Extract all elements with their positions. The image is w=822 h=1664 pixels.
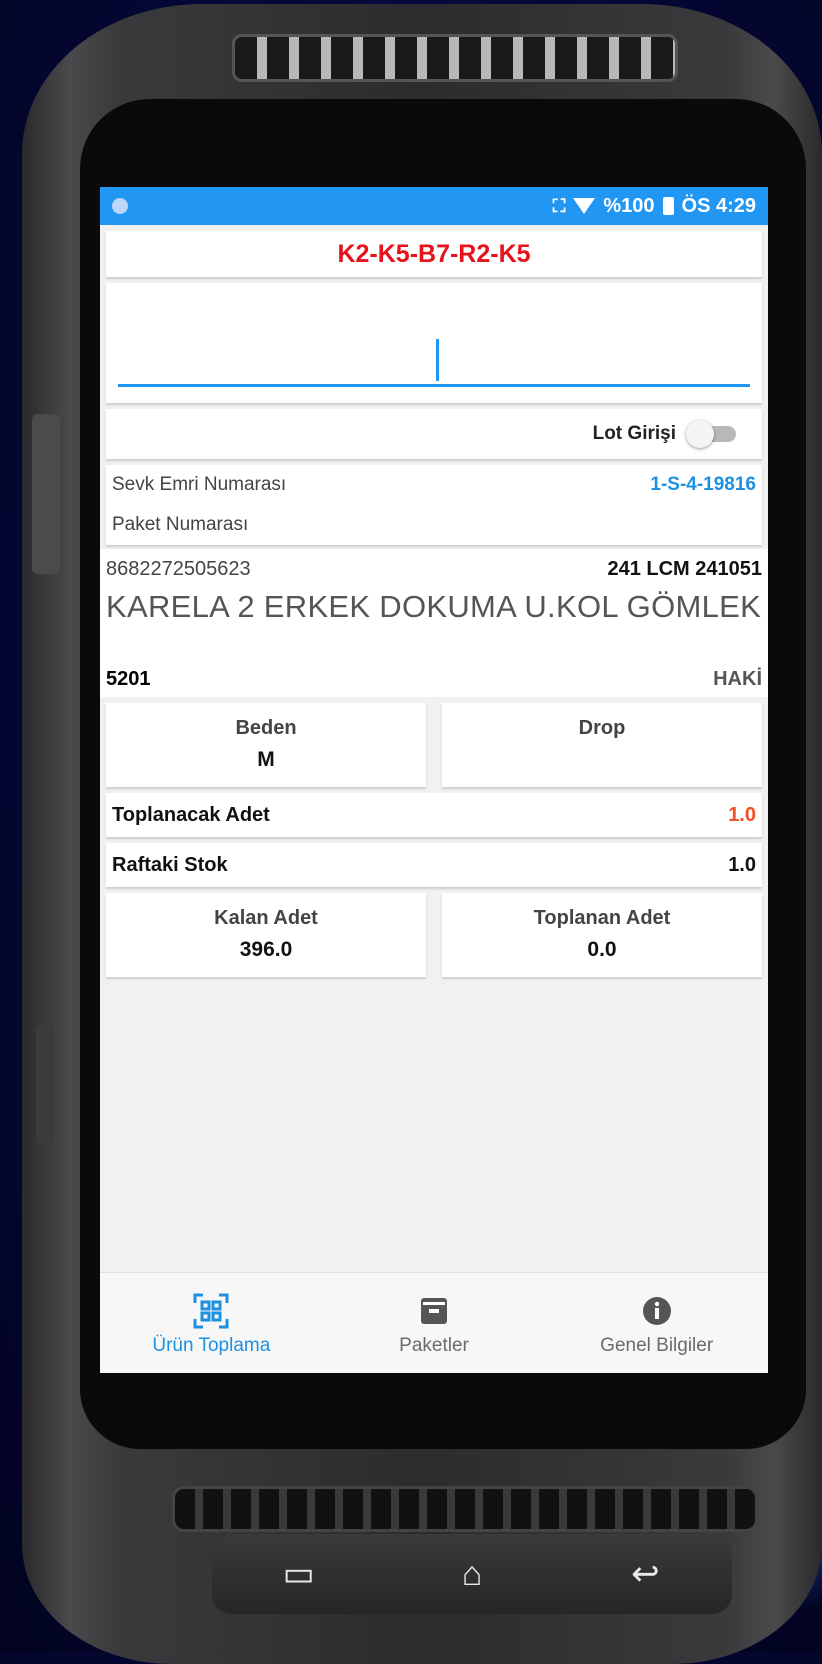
text-cursor — [436, 339, 439, 381]
size-drop-row: Beden M Drop — [106, 703, 762, 787]
battery-percent: %100 — [603, 194, 655, 217]
top-speaker-grille — [232, 34, 678, 82]
product-model: 5201 — [106, 668, 151, 690]
collected-box: Toplanan Adet 0.0 — [442, 893, 762, 977]
side-power-button[interactable] — [36, 1024, 54, 1144]
size-box: Beden M — [106, 703, 426, 787]
shelf-stock-row: Raftaki Stok 1.0 — [106, 843, 762, 887]
info-icon — [545, 1291, 768, 1331]
shipment-order-row: Sevk Emri Numarası 1-S-4-19816 — [106, 465, 762, 505]
tab-general-info[interactable]: Genel Bilgiler — [545, 1273, 768, 1373]
battery-icon — [662, 197, 674, 215]
package-number-label: Paket Numarası — [112, 514, 249, 535]
back-icon[interactable]: ↩ — [615, 1554, 675, 1594]
product-variant-row: 5201 HAKİ — [106, 651, 762, 691]
to-collect-row: Toplanacak Adet 1.0 — [106, 793, 762, 837]
recent-apps-icon[interactable]: ▭ — [269, 1554, 329, 1594]
to-collect-label: Toplanacak Adet — [112, 803, 270, 826]
wifi-icon — [573, 198, 596, 214]
lot-entry-row: Lot Girişi — [106, 409, 762, 459]
product-codes-row: 8682272505623 241 LCM 241051 — [106, 553, 762, 585]
location-code: K2-K5-B7-R2-K5 — [106, 231, 762, 277]
remaining-label: Kalan Adet — [214, 907, 318, 929]
tab-product-picking-label: Ürün Toplama — [152, 1335, 271, 1356]
package-icon — [323, 1291, 546, 1331]
shipment-order-value: 1-S-4-19816 — [650, 474, 756, 495]
toggle-knob — [686, 420, 714, 448]
product-info: 8682272505623 241 LCM 241051 KARELA 2 ER… — [100, 549, 768, 697]
tab-product-picking[interactable]: Ürün Toplama — [100, 1273, 323, 1373]
product-code: 241 LCM 241051 — [607, 557, 762, 580]
hardware-nav-keys: ▭ ⌂ ↩ — [212, 1534, 732, 1614]
collected-label: Toplanan Adet — [533, 907, 671, 929]
nfc-icon: ⛶ — [552, 195, 566, 216]
tab-packages[interactable]: Paketler — [323, 1273, 546, 1373]
drop-box: Drop — [442, 703, 762, 787]
lot-entry-toggle[interactable] — [686, 420, 738, 448]
remaining-value: 396.0 — [239, 938, 293, 961]
collected-value: 0.0 — [587, 938, 617, 961]
clock: ÖS 4:29 — [681, 194, 756, 217]
qr-scan-icon — [100, 1291, 323, 1331]
barcode-input[interactable] — [106, 283, 762, 403]
package-number-row: Paket Numarası — [106, 505, 762, 545]
app-screen: ⛶ %100 ÖS 4:29 K2-K5-B7-R2-K5 Lot Girişi… — [100, 187, 768, 1373]
drop-label: Drop — [578, 717, 626, 739]
status-bar: ⛶ %100 ÖS 4:29 — [100, 187, 768, 225]
product-name: KARELA 2 ERKEK DOKUMA U.KOL GÖMLEK — [106, 589, 762, 624]
shipment-order-label: Sevk Emri Numarası — [112, 474, 287, 495]
shipment-card: Sevk Emri Numarası 1-S-4-19816 Paket Num… — [106, 465, 762, 545]
tab-general-info-label: Genel Bilgiler — [600, 1335, 714, 1356]
shelf-stock-value: 1.0 — [728, 853, 756, 876]
tab-packages-label: Paketler — [399, 1335, 469, 1356]
size-value: M — [257, 748, 275, 771]
to-collect-value: 1.0 — [728, 803, 756, 826]
notification-dot-icon — [112, 198, 128, 214]
counts-row: Kalan Adet 396.0 Toplanan Adet 0.0 — [106, 893, 762, 977]
bottom-navigation: Ürün Toplama Paketler Genel Bilgiler — [100, 1272, 768, 1373]
size-label: Beden — [235, 717, 297, 739]
product-barcode: 8682272505623 — [106, 557, 251, 580]
side-volume-button[interactable] — [32, 414, 60, 574]
shelf-stock-label: Raftaki Stok — [112, 853, 228, 876]
remaining-box: Kalan Adet 396.0 — [106, 893, 426, 977]
bottom-speaker-grille — [172, 1486, 758, 1532]
home-icon[interactable]: ⌂ — [442, 1554, 502, 1594]
product-color: HAKİ — [713, 668, 762, 690]
lot-entry-label: Lot Girişi — [592, 423, 676, 444]
input-underline — [118, 384, 750, 387]
